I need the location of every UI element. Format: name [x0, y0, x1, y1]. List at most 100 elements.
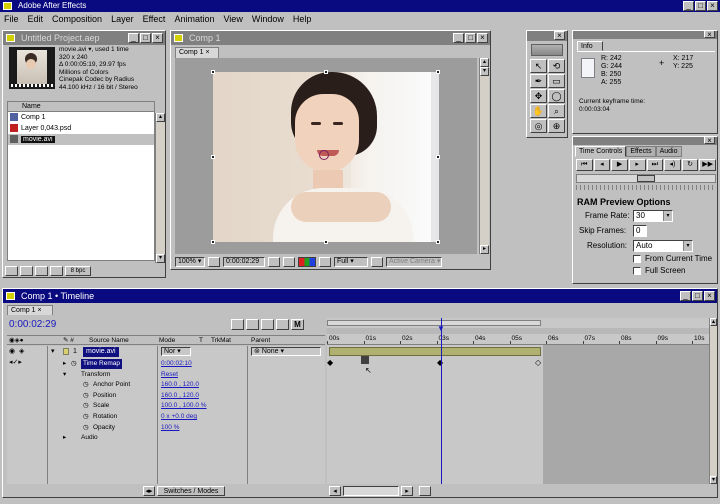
prev-frame-icon[interactable]: ◂ [593, 159, 611, 171]
column-mode[interactable]: Mode [159, 336, 175, 345]
project-maximize-button[interactable]: □ [140, 33, 151, 43]
comp-close-button[interactable]: × [477, 33, 488, 43]
play-icon[interactable]: ▶ [611, 159, 628, 171]
resolution-select[interactable]: Full ▾ [334, 257, 368, 267]
current-time-marker-icon[interactable]: ▼ [437, 324, 445, 333]
label-color-icon[interactable] [63, 348, 69, 355]
eye-icon[interactable]: ◉ [9, 347, 15, 357]
last-frame-icon[interactable]: ⏭ [646, 159, 664, 171]
live-update-button[interactable] [231, 319, 244, 330]
skip-frames-input[interactable]: 0 [633, 225, 647, 237]
tab-effects[interactable]: Effects [626, 146, 656, 157]
property-row[interactable]: ▸ Audio [7, 433, 325, 443]
layer-parent-select[interactable]: ⊚ None ▾ [251, 347, 321, 356]
scroll-left-button[interactable] [419, 486, 431, 496]
list-item[interactable]: Layer 0,043.psd [8, 123, 154, 134]
timeline-tab[interactable]: Comp 1 × [7, 305, 53, 315]
tab-audio[interactable]: Audio [655, 146, 682, 157]
twirl-icon[interactable]: ▸ [63, 359, 66, 369]
keyframe-icon[interactable]: ◆ [327, 358, 333, 367]
zoom-tool-icon[interactable]: ⌕ [548, 104, 565, 118]
hand-tool-icon[interactable]: ✋ [530, 104, 547, 118]
property-value[interactable]: 160.0 , 120.0 [161, 391, 199, 401]
menu-view[interactable]: View [223, 14, 242, 24]
zoom-out-icon[interactable]: ◂ [329, 486, 341, 496]
trash-icon[interactable] [50, 266, 63, 276]
timeline-minimize-button[interactable]: _ [680, 291, 691, 301]
orbit-tool-icon[interactable]: ⊕ [548, 119, 565, 133]
list-item[interactable]: Comp 1 [8, 112, 154, 123]
menu-effect[interactable]: Effect [143, 14, 166, 24]
layer-mode-select[interactable]: Nor ▾ [161, 347, 191, 356]
jog-shuttle[interactable] [576, 174, 716, 183]
close-button[interactable]: × [707, 1, 718, 11]
tools-close-button[interactable]: × [554, 31, 565, 40]
from-current-time-checkbox[interactable] [633, 255, 641, 263]
shuttle-slider[interactable] [576, 185, 716, 190]
layer-handle[interactable] [436, 240, 440, 244]
property-value[interactable]: 0:00:02:10 [161, 359, 192, 369]
layer-name[interactable]: movie.avi [83, 347, 119, 357]
layer-handle[interactable] [436, 155, 440, 159]
fast-previews-button[interactable] [371, 257, 383, 267]
column-t[interactable]: T [199, 336, 203, 345]
layer-handle[interactable] [324, 70, 328, 74]
hide-shy-layers-button[interactable] [261, 319, 274, 330]
time-zoom-slider[interactable] [343, 486, 399, 496]
timeline-timecode[interactable]: 0:00:02:29 [9, 319, 56, 330]
list-item[interactable]: movie.avi [8, 134, 154, 145]
stopwatch-icon[interactable]: ◷ [83, 401, 89, 411]
stopwatch-icon[interactable]: ◷ [83, 391, 89, 401]
time-ruler[interactable]: 00s 01s 02s 03s 04s 05s 06s 07s 08s 09s 10s [327, 335, 709, 345]
color-depth-button[interactable]: 8 bpc [65, 266, 91, 276]
project-minimize-button[interactable]: _ [128, 33, 139, 43]
current-time-display[interactable]: 0:00:02:29 [223, 257, 265, 267]
comp-minimize-button[interactable]: _ [453, 33, 464, 43]
work-area-bar[interactable] [327, 320, 541, 326]
project-close-button[interactable]: × [152, 33, 163, 43]
new-comp-button[interactable] [35, 266, 48, 276]
property-row[interactable]: ▸ ◷ Time Remap 0:00:02:10 [7, 359, 325, 369]
time-controls-close-button[interactable]: × [704, 137, 715, 145]
property-value[interactable]: Reset [161, 370, 178, 380]
stopwatch-icon[interactable]: ◷ [71, 359, 77, 369]
timeline-close-button[interactable]: × [704, 291, 715, 301]
time-navigator[interactable] [327, 328, 709, 334]
next-frame-icon[interactable]: ▸ [628, 159, 646, 171]
menu-file[interactable]: File [4, 14, 19, 24]
mask-tool-icon[interactable]: ▭ [548, 74, 565, 88]
audio-icon[interactable]: ◈ [19, 347, 24, 357]
motion-blur-button[interactable]: M [291, 319, 304, 330]
info-tab[interactable]: Info [577, 41, 603, 51]
stopwatch-icon[interactable]: ◷ [83, 412, 89, 422]
switches-modes-button[interactable]: Switches / Modes [157, 486, 225, 496]
zoom-select[interactable]: 100% ▾ [175, 257, 205, 267]
audio-toggle-icon[interactable]: ◂) [664, 159, 681, 171]
info-close-button[interactable]: × [704, 31, 715, 39]
comp-scrollbar[interactable]: ▴ ▾ ▸ [479, 58, 489, 254]
minimize-button[interactable]: _ [683, 1, 694, 11]
ram-preview-icon[interactable]: ▶▶ [699, 159, 716, 171]
full-screen-checkbox[interactable] [633, 267, 641, 275]
menu-help[interactable]: Help [293, 14, 312, 24]
property-row[interactable]: ▾ Transform Reset [7, 370, 325, 380]
comp-tab[interactable]: Comp 1 × [175, 47, 219, 58]
column-parent[interactable]: Parent [251, 336, 270, 345]
channel-icon[interactable] [298, 257, 316, 267]
keyframe-nav-icon[interactable]: ◂✓▸ [9, 358, 22, 366]
property-row[interactable]: ◷ Rotation 0 x +0.0 deg [7, 412, 325, 422]
column-header-name[interactable]: Name [8, 102, 154, 112]
frame-rate-select[interactable]: 30 ▾ [633, 210, 673, 222]
menu-composition[interactable]: Composition [52, 14, 102, 24]
layer-handle[interactable] [324, 240, 328, 244]
layer-duration-bar[interactable] [329, 347, 541, 356]
menu-animation[interactable]: Animation [174, 14, 214, 24]
menu-edit[interactable]: Edit [28, 14, 44, 24]
property-value[interactable]: 100.0 , 100.0 % [161, 401, 207, 411]
ram-resolution-select[interactable]: Auto ▾ [633, 240, 693, 252]
twirl-down-icon[interactable]: ▾ [51, 347, 55, 357]
new-folder-button[interactable] [20, 266, 33, 276]
interpret-footage-button[interactable] [5, 266, 18, 276]
current-time-indicator[interactable] [441, 318, 442, 484]
stopwatch-icon[interactable]: ◷ [83, 423, 89, 433]
